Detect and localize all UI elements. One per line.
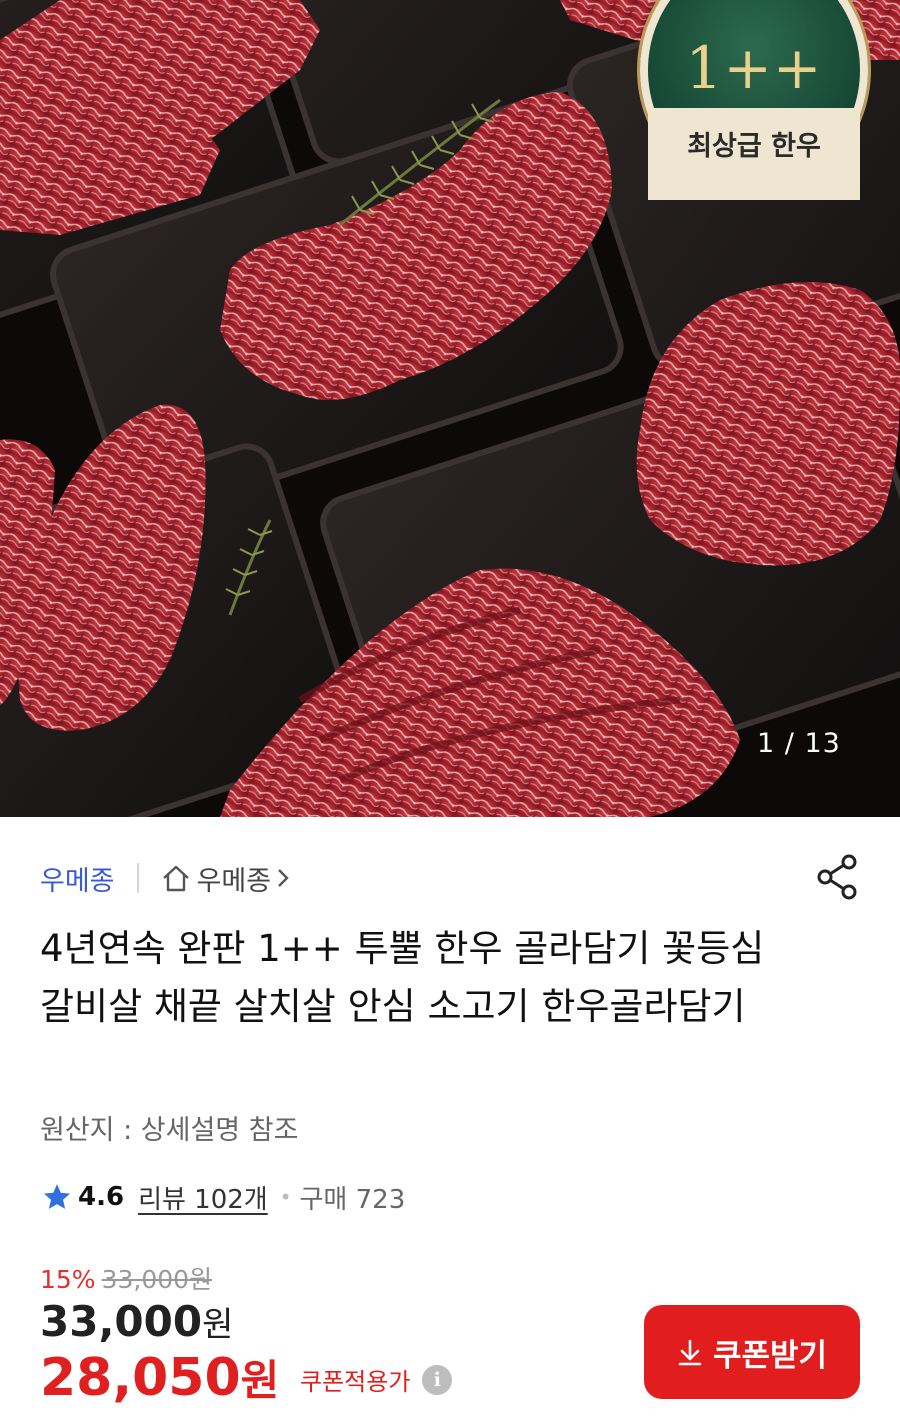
discount-row: 15% 33,000원	[40, 1260, 212, 1296]
grade-badge-label: 최상급 한우	[648, 108, 860, 200]
coupon-price-unit: 원	[240, 1356, 280, 1405]
get-coupon-label: 쿠폰받기	[712, 1337, 828, 1373]
grade-badge: 1++ 최상급 한우	[640, 0, 868, 200]
discount-rate: 15%	[40, 1265, 96, 1294]
grade-badge-grade: 1++	[685, 34, 823, 102]
rating-value: 4.6	[78, 1182, 125, 1212]
product-title: 4년연속 완판 1++ 투뿔 한우 골라담기 꽃등심 갈비살 채끝 살치살 안심…	[40, 927, 765, 1028]
coupon-price: 28,050 원	[40, 1347, 279, 1408]
coupon-applied-label: 쿠폰적용가 i	[300, 1362, 453, 1397]
divider	[136, 863, 139, 893]
info-icon[interactable]: i	[422, 1364, 453, 1395]
review-count-link[interactable]: 리뷰 102개	[138, 1179, 268, 1216]
coupon-label-text: 쿠폰적용가	[300, 1368, 411, 1396]
star-icon	[44, 1184, 70, 1209]
store-link[interactable]: 우메종	[161, 859, 296, 898]
product-origin: 원산지 : 상세설명 참조	[40, 1115, 299, 1146]
home-icon	[162, 865, 189, 892]
download-icon	[678, 1339, 702, 1366]
seller-row: 우메종 우메종	[40, 858, 295, 898]
product-image[interactable]: 1++ 최상급 한우 1 / 13	[0, 0, 900, 817]
get-coupon-button[interactable]: 쿠폰받기	[644, 1305, 860, 1399]
coupon-price-value: 28,050	[40, 1348, 241, 1408]
original-price: 33,000원	[102, 1260, 213, 1296]
original-price-value: 33,000	[101, 1265, 190, 1294]
image-page-counter: 1 / 13	[757, 728, 841, 759]
store-name: 우메종	[196, 865, 272, 897]
share-icon[interactable]	[813, 852, 863, 902]
seller-name-link[interactable]: 우메종	[40, 859, 115, 898]
separator-dot: •	[279, 1185, 292, 1209]
sale-price: 33,000원	[40, 1297, 233, 1346]
original-price-unit: 원	[189, 1265, 213, 1294]
sale-price-unit: 원	[202, 1305, 234, 1345]
purchase-count: 구매 723	[299, 1184, 406, 1215]
chevron-right-icon	[278, 869, 289, 887]
sale-price-value: 33,000	[40, 1297, 203, 1346]
rating-row: 4.6 리뷰 102개 • 구매 723	[42, 1178, 405, 1216]
